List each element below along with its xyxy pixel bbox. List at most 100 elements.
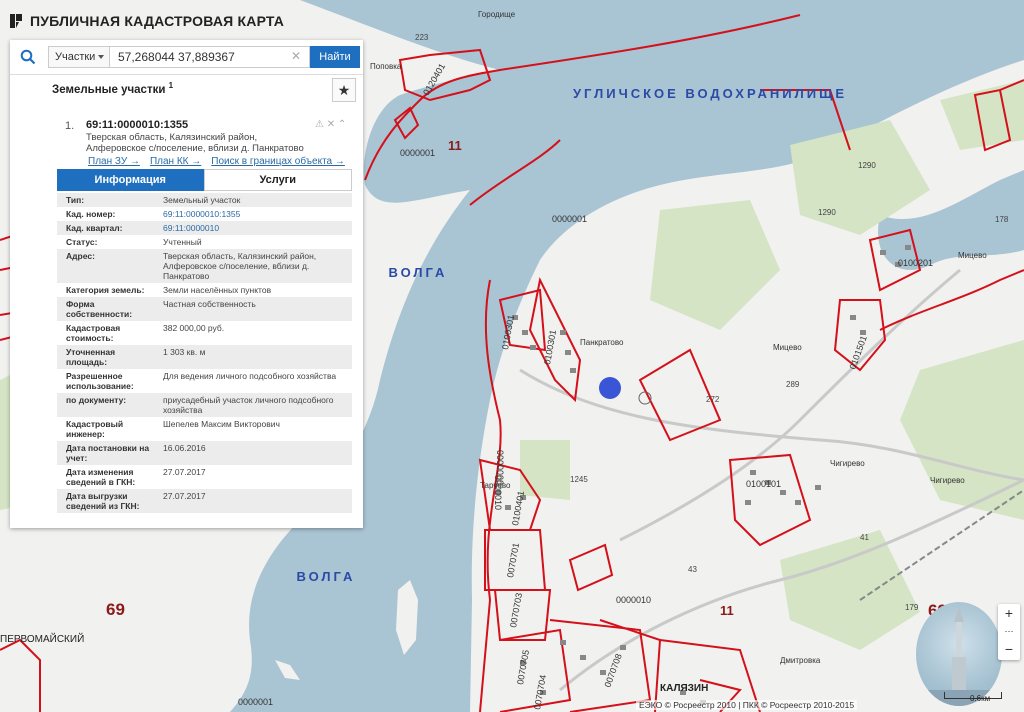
forest-area (520, 440, 570, 500)
attribute-key: Категория земель: (66, 285, 145, 295)
parcel-number: 179 (905, 603, 919, 612)
attribute-key: Статус: (66, 237, 98, 247)
search-type-label: Участки (55, 51, 96, 63)
parcel-number: 223 (415, 33, 429, 42)
attribute-value[interactable]: 69:11:0000010:1355 (155, 207, 352, 221)
attribute-key: Дата изменения сведений в ГКН: (66, 467, 136, 487)
place-label: Городище (478, 10, 516, 19)
attribute-key: Уточненная площадь: (66, 347, 116, 367)
place-label: Чигирево (830, 459, 865, 468)
attribute-key: Тип: (66, 195, 85, 205)
result-number: 1. (65, 120, 75, 132)
result-actions[interactable]: ⚠ ✕ ⌃ (315, 119, 346, 130)
place-label: Поповка (370, 62, 402, 71)
attribute-row: Разрешенное использование: Для ведения ли… (57, 369, 352, 393)
result-links: План ЗУ → План КК → Поиск в границах объ… (88, 156, 345, 167)
search-input[interactable] (110, 46, 310, 68)
info-tabs: Информация Услуги (57, 169, 352, 191)
region-number: 11 (720, 603, 734, 618)
close-icon: ✕ (326, 119, 336, 130)
search-row: Участки ✕ Найти (10, 40, 363, 75)
parcel-number: 178 (995, 215, 1009, 224)
attribute-key: по документу: (66, 395, 127, 405)
attribute-row: Дата выгрузки сведений из ГКН: 27.07.2017 (57, 489, 352, 513)
parcel-code: 0000010 (493, 475, 503, 510)
bell-tower-icon (916, 606, 1002, 706)
find-button[interactable]: Найти (310, 46, 360, 68)
section-count: 1 (168, 81, 174, 90)
place-label: ПЕРВОМАЙСКИЙ (0, 632, 84, 645)
attribute-key: Дата выгрузки сведений из ГКН: (66, 491, 140, 511)
attribute-key: Кадастровая стоимость: (66, 323, 121, 343)
attribute-value: Шепелев Максим Викторович (163, 419, 280, 429)
plan-zu-link[interactable]: План ЗУ → (88, 156, 140, 167)
tab-services[interactable]: Услуги (203, 169, 352, 191)
attribute-key: Кадастровый инженер: (66, 419, 124, 439)
parcel-number: 1290 (858, 161, 876, 170)
attribute-key: Дата постановки на учет: (66, 443, 150, 463)
location-marker[interactable] (599, 377, 621, 399)
attribute-row: Кад. номер: 69:11:0000010:1355 (57, 207, 352, 221)
attribute-row: Кад. квартал: 69:11:0000010 (57, 221, 352, 235)
pkk-logo-icon (10, 14, 22, 28)
attribute-value[interactable]: 69:11:0000010 (155, 221, 352, 235)
parcel-number: 289 (786, 380, 800, 389)
attributes-table: Тип: Земельный участок Кад. номер: 69:11:00… (57, 193, 352, 513)
search-in-bounds-link[interactable]: Поиск в границах объекта → (211, 156, 345, 167)
result-cad-id[interactable]: 69:11:0000010:1355 (86, 119, 188, 131)
app-header: ПУБЛИЧНАЯ КАДАСТРОВАЯ КАРТА (10, 10, 284, 32)
attribute-value: 27.07.2017 (163, 467, 206, 477)
attribute-row: по документу: приусадебный участок личног… (57, 393, 352, 417)
scale-label: 0.6км (970, 694, 991, 703)
place-label: Мицево (773, 343, 802, 352)
tab-information[interactable]: Информация (57, 169, 204, 191)
water-label: УГЛИЧСКОЕ ВОДОХРАНИЛИЩЕ (573, 86, 847, 101)
attribute-key: Форма собственности: (66, 299, 133, 319)
parcel-code: 0000001 (552, 214, 587, 224)
attribute-row: Дата постановки на учет: 16.06.2016 (57, 441, 352, 465)
place-label: Дмитровка (780, 656, 821, 665)
attribute-value: Частная собственность (163, 299, 256, 309)
attribute-row: Статус: Учтенный (57, 235, 352, 249)
attribute-row: Форма собственности: Частная собственност… (57, 297, 352, 321)
place-label: Чигирево (930, 476, 965, 485)
attribute-row: Кадастровый инженер: Шепелев Максим Викто… (57, 417, 352, 441)
attribute-row: Тип: Земельный участок (57, 193, 352, 207)
clear-icon[interactable]: ✕ (291, 49, 301, 63)
zoom-control: + ⋯ − (998, 604, 1020, 660)
overview-map[interactable] (916, 602, 1002, 706)
attribute-value: Земли населённых пунктов (163, 285, 272, 295)
parcel-code: 0000001 (238, 697, 273, 707)
search-icon[interactable] (12, 45, 44, 69)
parcel-number: 272 (706, 395, 720, 404)
zoom-dots-icon: ⋯ (1004, 625, 1014, 636)
zoom-in-button[interactable]: + (998, 604, 1020, 622)
attribute-row: Дата изменения сведений в ГКН: 27.07.2017 (57, 465, 352, 489)
attribute-value: 1 303 кв. м (163, 347, 206, 357)
plan-kk-link[interactable]: План КК → (150, 156, 201, 167)
favorite-star-button[interactable]: ★ (332, 78, 356, 102)
attribute-value: Тверская область, Калязинский район, Алф… (163, 251, 317, 281)
attribute-row: Уточненная площадь: 1 303 кв. м (57, 345, 352, 369)
chevron-up-icon: ⌃ (337, 119, 347, 130)
parcel-code: 0000010 (616, 595, 651, 605)
zoom-out-button[interactable]: − (998, 640, 1020, 658)
parcel-number: 1245 (570, 475, 588, 484)
parcel-number: 1290 (818, 208, 836, 217)
parcel-number: 43 (688, 565, 697, 574)
section-title: Земельные участки 1 (52, 81, 174, 96)
attribute-row: Кадастровая стоимость: 382 000,00 руб. (57, 321, 352, 345)
place-label: Панкратово (580, 338, 624, 347)
parcel-code: 0100101 (746, 479, 781, 489)
result-address: Тверская область, Калязинский район, Алф… (86, 132, 304, 154)
attribute-value: приусадебный участок личного подсобного … (163, 395, 334, 415)
attribute-value: Учтенный (163, 237, 202, 247)
parcel-code: 0000001 (400, 148, 435, 158)
attribute-value: Для ведения личного подсобного хозяйства (163, 371, 337, 381)
search-type-select[interactable]: Участки (48, 46, 110, 68)
place-label: КАЛЯЗИН (660, 683, 708, 694)
attribute-row: Адрес: Тверская область, Калязинский райо… (57, 249, 352, 283)
warning-icon: ⚠ (315, 119, 324, 130)
water-label: ВОЛГА (389, 265, 448, 280)
region-number: 69 (106, 600, 125, 619)
